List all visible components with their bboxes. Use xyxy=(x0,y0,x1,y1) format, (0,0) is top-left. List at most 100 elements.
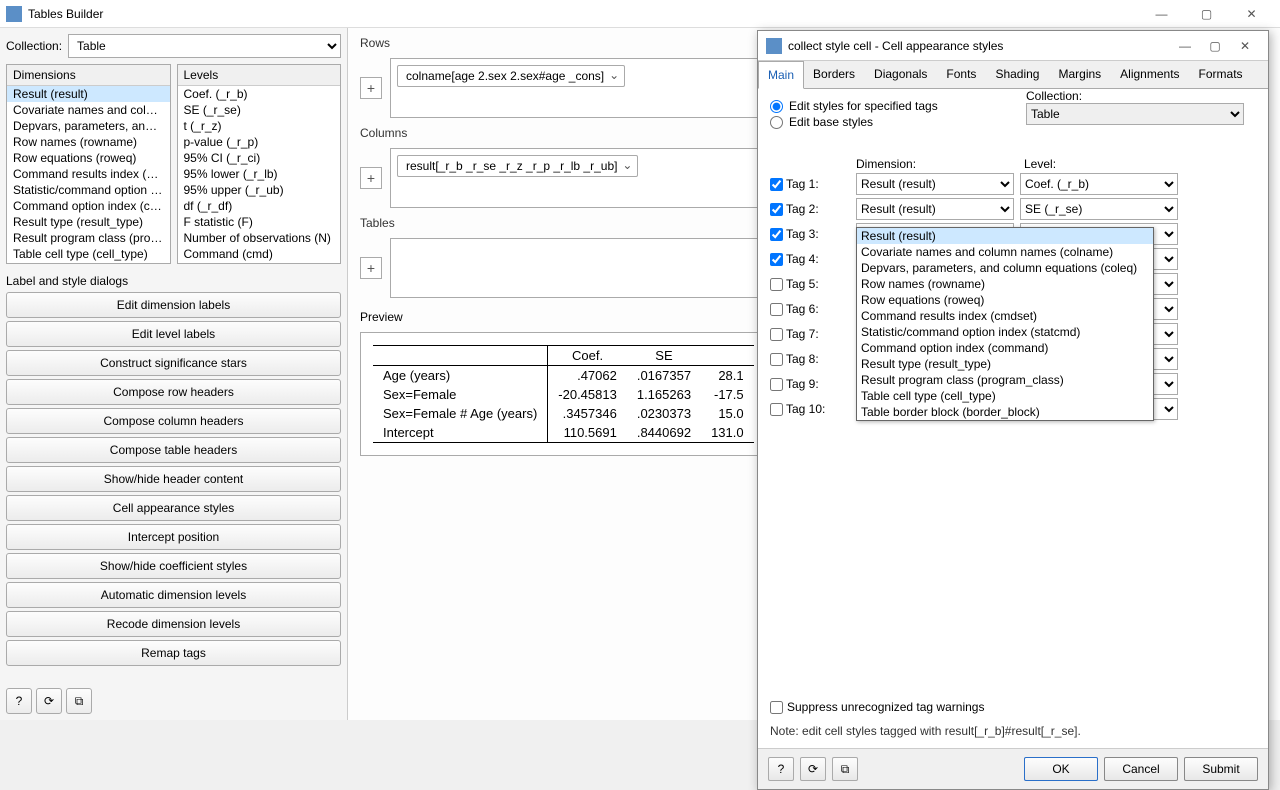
dialog-close-button[interactable]: ✕ xyxy=(1230,39,1260,53)
dimension-item[interactable]: Result program class (progra… xyxy=(7,230,170,246)
dialog-launcher-button[interactable]: Recode dimension levels xyxy=(6,611,341,637)
dimension-item[interactable]: Statistic/command option in… xyxy=(7,182,170,198)
cancel-button[interactable]: Cancel xyxy=(1104,757,1178,781)
tables-add-button[interactable]: + xyxy=(360,257,382,279)
dimension-dropdown-open[interactable]: Result (result)Covariate names and colum… xyxy=(856,227,1154,421)
collection-select[interactable]: Table xyxy=(68,34,341,58)
dropdown-item[interactable]: Covariate names and column names (colnam… xyxy=(857,244,1153,260)
tab-shading[interactable]: Shading xyxy=(986,61,1049,88)
tab-diagonals[interactable]: Diagonals xyxy=(865,61,937,88)
tag-level-select[interactable]: Coef. (_r_b) xyxy=(1020,173,1178,195)
level-item[interactable]: df (_r_df) xyxy=(178,198,341,214)
dialog-maximize-button[interactable]: ▢ xyxy=(1200,39,1230,53)
submit-button[interactable]: Submit xyxy=(1184,757,1258,781)
dropdown-item[interactable]: Result type (result_type) xyxy=(857,356,1153,372)
levels-list[interactable]: Coef. (_r_b)SE (_r_se)t (_r_z)p-value (_… xyxy=(178,86,341,263)
dimensions-list[interactable]: Result (result)Covariate names and colum… xyxy=(7,86,170,263)
dropdown-item[interactable]: Table border block (border_block) xyxy=(857,404,1153,420)
rows-chip[interactable]: colname[age 2.sex 2.sex#age _cons] xyxy=(397,65,625,87)
tag-checkbox[interactable] xyxy=(770,303,783,316)
tag-checkbox[interactable] xyxy=(770,178,783,191)
dropdown-item[interactable]: Row names (rowname) xyxy=(857,276,1153,292)
tab-margins[interactable]: Margins xyxy=(1049,61,1111,88)
edit-specified-radio[interactable] xyxy=(770,100,783,113)
level-item[interactable]: Command (cmd) xyxy=(178,246,341,262)
dialog-launcher-button[interactable]: Edit level labels xyxy=(6,321,341,347)
level-item[interactable]: 95% CI (_r_ci) xyxy=(178,150,341,166)
level-item[interactable]: SE (_r_se) xyxy=(178,102,341,118)
level-item[interactable]: Command line as typed (cm… xyxy=(178,262,341,263)
level-item[interactable]: p-value (_r_p) xyxy=(178,134,341,150)
tag-label: Tag 8: xyxy=(786,352,819,366)
columns-chip[interactable]: result[_r_b _r_se _r_z _r_p _r_lb _r_ub] xyxy=(397,155,638,177)
copy-icon[interactable]: ⧉ xyxy=(66,688,92,714)
dimension-item[interactable]: Row names (rowname) xyxy=(7,134,170,150)
dropdown-item[interactable]: Row equations (roweq) xyxy=(857,292,1153,308)
tag-checkbox[interactable] xyxy=(770,378,783,391)
tab-borders[interactable]: Borders xyxy=(804,61,865,88)
columns-add-button[interactable]: + xyxy=(360,167,382,189)
dialog-minimize-button[interactable]: — xyxy=(1170,39,1200,53)
dialog-launcher-button[interactable]: Cell appearance styles xyxy=(6,495,341,521)
suppress-checkbox[interactable] xyxy=(770,701,783,714)
tag-checkbox[interactable] xyxy=(770,403,783,416)
dropdown-item[interactable]: Result program class (program_class) xyxy=(857,372,1153,388)
dialog-launcher-button[interactable]: Compose column headers xyxy=(6,408,341,434)
tag-dimension-select[interactable]: Result (result) xyxy=(856,198,1014,220)
dimension-item[interactable]: Table cell type (cell_type) xyxy=(7,246,170,262)
tag-checkbox[interactable] xyxy=(770,228,783,241)
dimension-item[interactable]: Row equations (roweq) xyxy=(7,150,170,166)
level-item[interactable]: Number of observations (N) xyxy=(178,230,341,246)
edit-base-radio[interactable] xyxy=(770,116,783,129)
tag-checkbox[interactable] xyxy=(770,253,783,266)
dialog-reset-icon[interactable]: ⟳ xyxy=(800,757,826,781)
dropdown-item[interactable]: Result (result) xyxy=(857,228,1153,244)
level-item[interactable]: Coef. (_r_b) xyxy=(178,86,341,102)
rows-add-button[interactable]: + xyxy=(360,77,382,99)
dialog-launcher-button[interactable]: Construct significance stars xyxy=(6,350,341,376)
tag-checkbox[interactable] xyxy=(770,278,783,291)
tab-alignments[interactable]: Alignments xyxy=(1111,61,1189,88)
dimension-item[interactable]: Command results index (cm… xyxy=(7,166,170,182)
close-button[interactable]: ✕ xyxy=(1229,0,1274,28)
tag-level-select[interactable]: SE (_r_se) xyxy=(1020,198,1178,220)
dialog-launcher-button[interactable]: Remap tags xyxy=(6,640,341,666)
dimension-item[interactable]: Result (result) xyxy=(7,86,170,102)
dialog-launcher-button[interactable]: Compose row headers xyxy=(6,379,341,405)
dropdown-item[interactable]: Command option index (command) xyxy=(857,340,1153,356)
level-item[interactable]: 95% lower (_r_lb) xyxy=(178,166,341,182)
dialog-copy-icon[interactable]: ⧉ xyxy=(832,757,858,781)
level-item[interactable]: F statistic (F) xyxy=(178,214,341,230)
dimension-item[interactable]: Command option index (co… xyxy=(7,198,170,214)
dialog-launcher-button[interactable]: Compose table headers xyxy=(6,437,341,463)
tag-checkbox[interactable] xyxy=(770,203,783,216)
dialog-launcher-button[interactable]: Intercept position xyxy=(6,524,341,550)
dropdown-item[interactable]: Table cell type (cell_type) xyxy=(857,388,1153,404)
dlg-collection-select[interactable]: Table xyxy=(1026,103,1244,125)
dialog-launcher-button[interactable]: Show/hide header content xyxy=(6,466,341,492)
tag-dimension-select[interactable]: Result (result) xyxy=(856,173,1014,195)
tag-checkbox[interactable] xyxy=(770,328,783,341)
refresh-icon[interactable]: ⟳ xyxy=(36,688,62,714)
ok-button[interactable]: OK xyxy=(1024,757,1098,781)
tag-checkbox[interactable] xyxy=(770,353,783,366)
level-item[interactable]: t (_r_z) xyxy=(178,118,341,134)
level-item[interactable]: 95% upper (_r_ub) xyxy=(178,182,341,198)
dropdown-item[interactable]: Statistic/command option index (statcmd) xyxy=(857,324,1153,340)
help-icon[interactable]: ? xyxy=(6,688,32,714)
dropdown-item[interactable]: Depvars, parameters, and column equation… xyxy=(857,260,1153,276)
minimize-button[interactable]: — xyxy=(1139,0,1184,28)
dialog-launcher-button[interactable]: Show/hide coefficient styles xyxy=(6,553,341,579)
dialog-launcher-button[interactable]: Automatic dimension levels xyxy=(6,582,341,608)
tab-formats[interactable]: Formats xyxy=(1190,61,1253,88)
tab-main[interactable]: Main xyxy=(758,61,804,89)
dimension-item[interactable]: Table border block (border_bl… xyxy=(7,262,170,263)
dimension-item[interactable]: Covariate names and column… xyxy=(7,102,170,118)
tab-fonts[interactable]: Fonts xyxy=(937,61,986,88)
dimension-item[interactable]: Result type (result_type) xyxy=(7,214,170,230)
dropdown-item[interactable]: Command results index (cmdset) xyxy=(857,308,1153,324)
maximize-button[interactable]: ▢ xyxy=(1184,0,1229,28)
dialog-help-icon[interactable]: ? xyxy=(768,757,794,781)
dialog-launcher-button[interactable]: Edit dimension labels xyxy=(6,292,341,318)
dimension-item[interactable]: Depvars, parameters, and col… xyxy=(7,118,170,134)
